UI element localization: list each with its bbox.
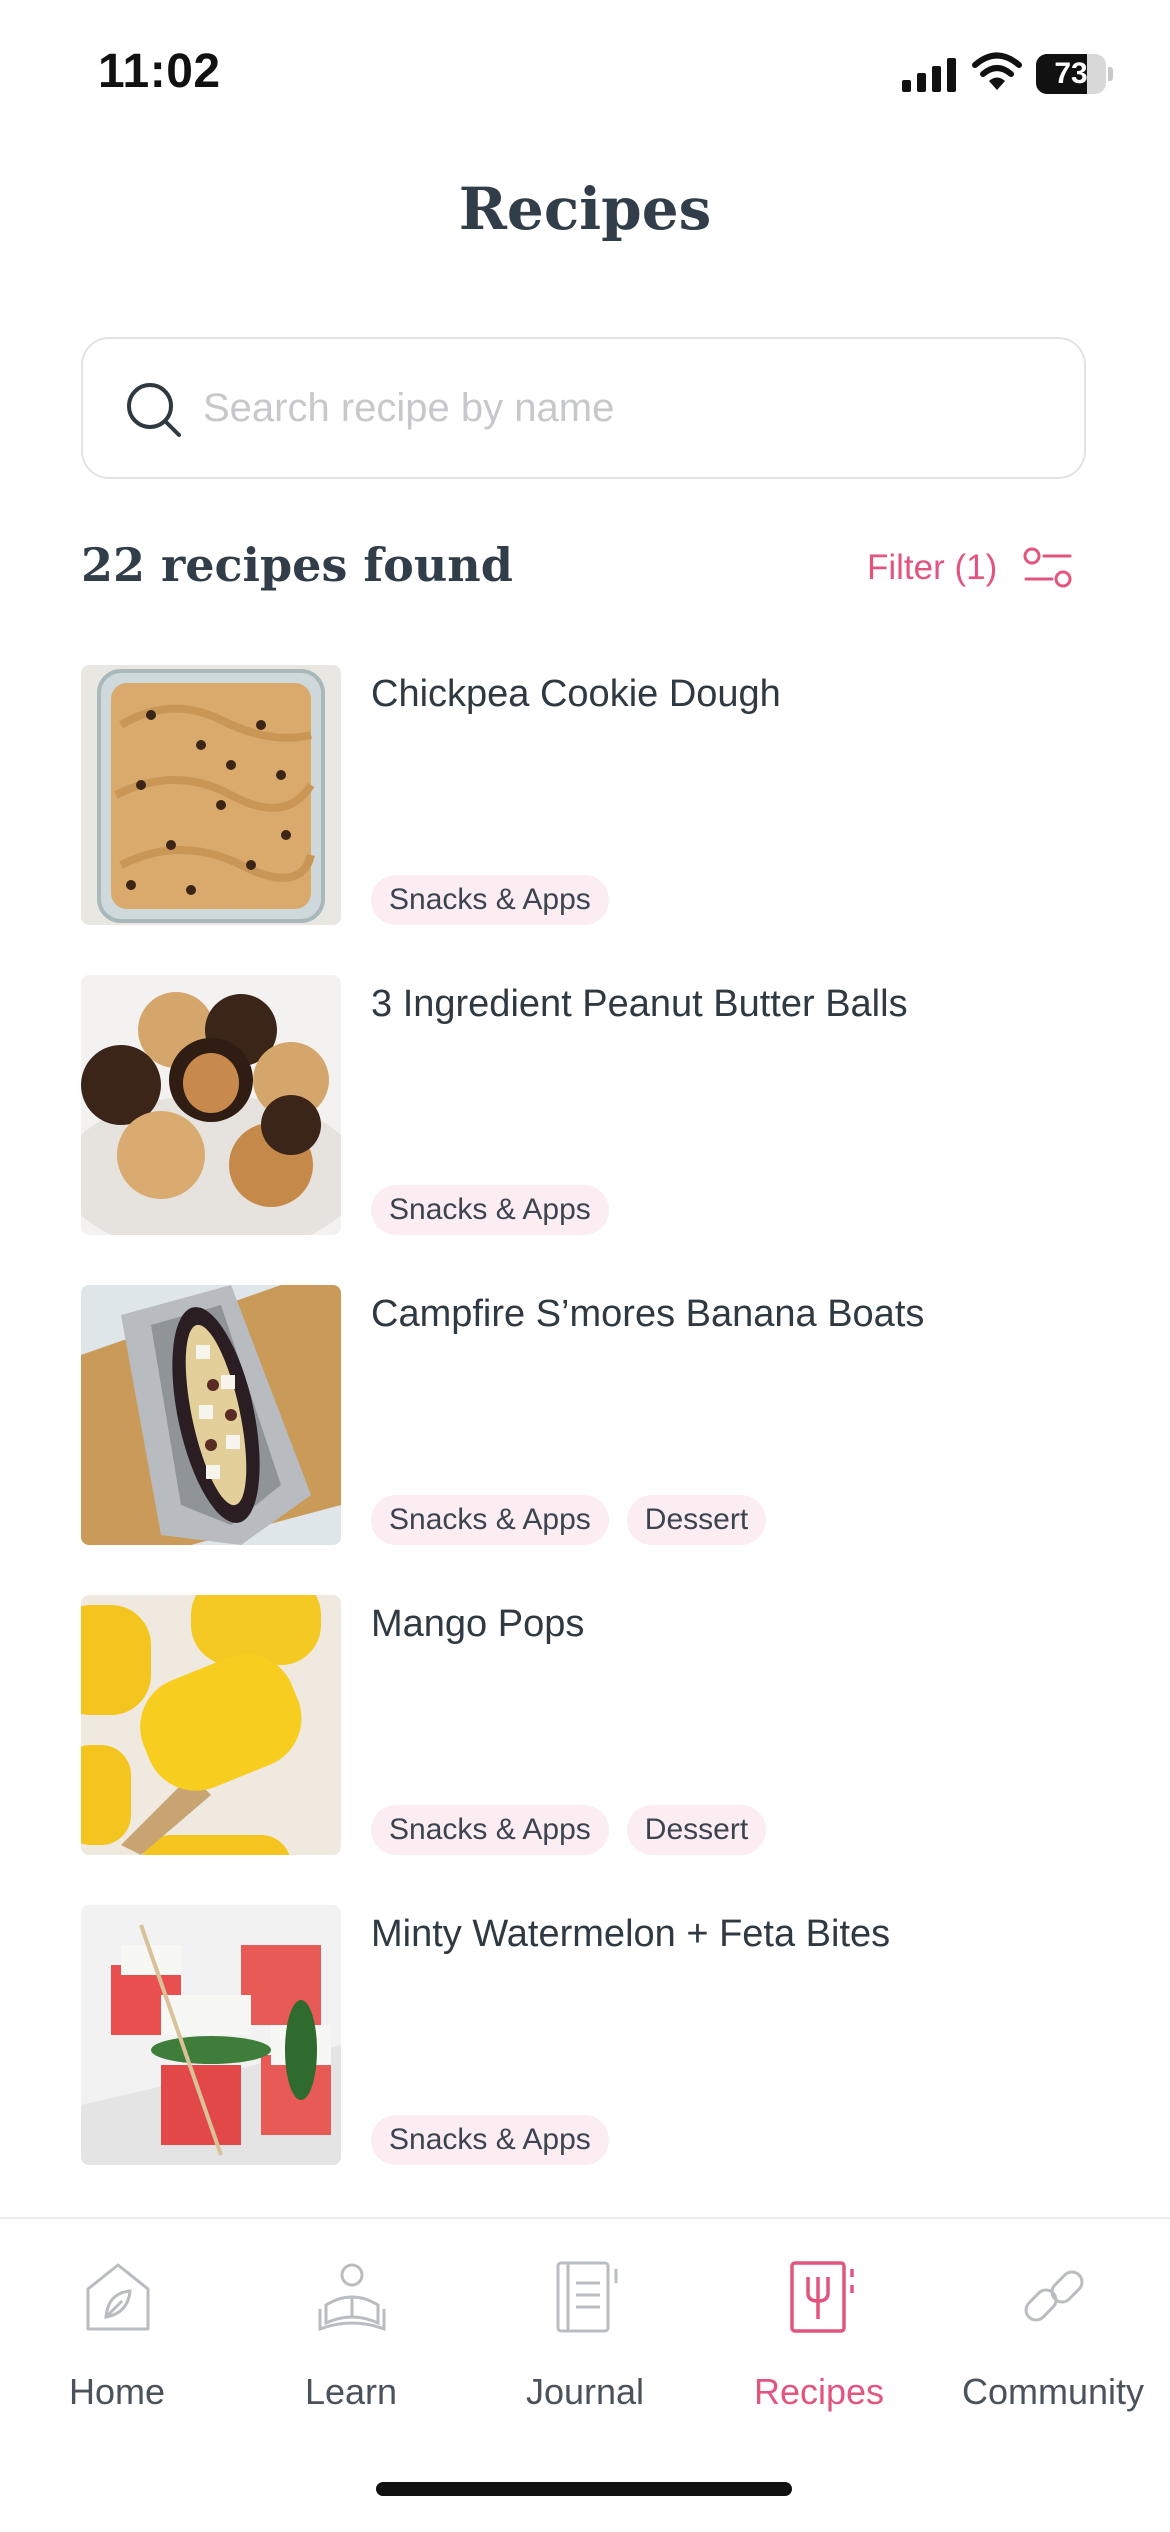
category-tag: Dessert: [626, 1805, 767, 1855]
recipes-book-fork-icon: [790, 2261, 854, 2333]
search-input[interactable]: [203, 341, 1063, 475]
category-tag: Snacks & Apps: [371, 1185, 609, 1235]
filter-sliders-icon: [1023, 547, 1072, 588]
tab-label: Learn: [304, 2371, 398, 2412]
battery-indicator: 73: [1036, 54, 1113, 94]
journal-icon: [556, 2261, 618, 2333]
recipe-title: Mango Pops: [371, 1603, 585, 1645]
recipe-tags: Snacks & Apps Dessert: [371, 1495, 767, 1545]
tab-label: Journal: [525, 2371, 645, 2412]
recipe-thumbnail: [81, 665, 341, 925]
tab-learn[interactable]: Learn: [234, 2219, 468, 2459]
tab-label: Home: [68, 2371, 166, 2412]
tab-recipes[interactable]: Recipes: [702, 2219, 936, 2459]
recipe-tags: Snacks & Apps Dessert: [371, 1805, 767, 1855]
status-time: 11:02: [98, 45, 221, 98]
status-bar: 11:02 73: [0, 0, 1170, 150]
home-leaf-icon: [86, 2263, 150, 2331]
category-tag: Snacks & Apps: [371, 875, 609, 925]
recipe-thumbnail: [81, 1595, 341, 1855]
results-count: 22 recipes found: [81, 538, 513, 592]
recipe-item[interactable]: Minty Watermelon + Feta Bites Snacks & A…: [81, 1905, 1091, 2165]
recipe-item[interactable]: 3 Ingredient Peanut Butter Balls Snacks …: [81, 975, 1091, 1235]
battery-cap: [1108, 67, 1113, 81]
wifi-icon: [972, 52, 1022, 90]
tab-home[interactable]: Home: [0, 2219, 234, 2459]
recipe-thumbnail: [81, 1285, 341, 1545]
tab-journal[interactable]: Journal: [468, 2219, 702, 2459]
link-icon: [1024, 2270, 1084, 2322]
recipe-title: Campfire S’mores Banana Boats: [371, 1293, 925, 1335]
battery-percent: 73: [1054, 57, 1088, 90]
recipe-thumbnail: [81, 975, 341, 1235]
category-tag: Snacks & Apps: [371, 2115, 609, 2165]
learn-reader-icon: [318, 2263, 386, 2332]
recipe-thumbnail: [81, 1905, 341, 2165]
search-icon: [127, 383, 181, 437]
recipe-tags: Snacks & Apps: [371, 2115, 609, 2165]
filter-label: Filter (1): [867, 548, 998, 587]
category-tag: Snacks & Apps: [371, 1805, 609, 1855]
recipe-list: Chickpea Cookie Dough Snacks & Apps 3 In…: [81, 665, 1091, 2215]
filter-button[interactable]: Filter (1): [860, 536, 1080, 600]
tab-label: Recipes: [753, 2371, 885, 2412]
recipe-tags: Snacks & Apps: [371, 875, 609, 925]
recipe-title: Minty Watermelon + Feta Bites: [371, 1913, 891, 1955]
search-box[interactable]: [81, 337, 1086, 479]
page-title: Recipes: [458, 175, 712, 243]
recipe-item[interactable]: Mango Pops Snacks & Apps Dessert: [81, 1595, 1091, 1855]
recipe-title: Chickpea Cookie Dough: [371, 673, 781, 715]
battery-body: 73: [1036, 54, 1106, 94]
home-indicator: [376, 2482, 792, 2496]
recipe-item[interactable]: Campfire S’mores Banana Boats Snacks & A…: [81, 1285, 1091, 1545]
recipe-tags: Snacks & Apps: [371, 1185, 609, 1235]
category-tag: Dessert: [626, 1495, 767, 1545]
tab-community[interactable]: Community: [936, 2219, 1170, 2459]
category-tag: Snacks & Apps: [371, 1495, 609, 1545]
recipe-title: 3 Ingredient Peanut Butter Balls: [371, 983, 908, 1025]
recipes-screen: 11:02 73 Recipes 22 recipes f: [0, 0, 1170, 2532]
recipe-item[interactable]: Chickpea Cookie Dough Snacks & Apps: [81, 665, 1091, 925]
cellular-signal-icon: [902, 58, 956, 92]
tab-label: Community: [961, 2371, 1145, 2412]
